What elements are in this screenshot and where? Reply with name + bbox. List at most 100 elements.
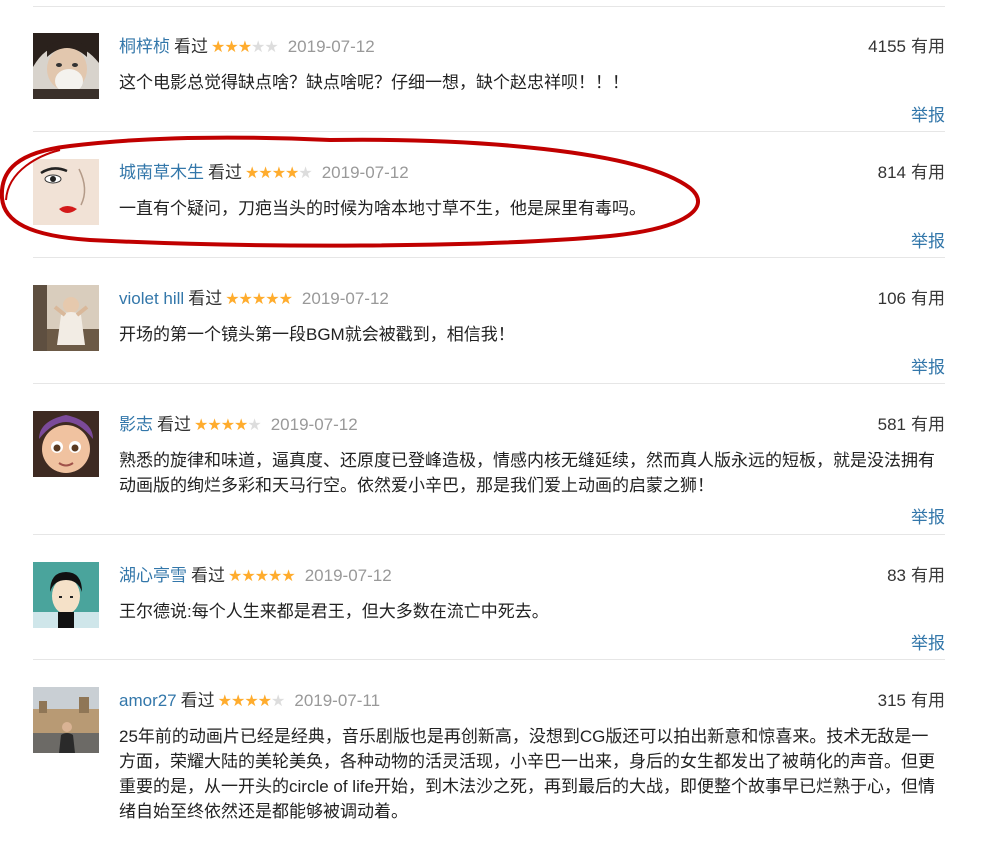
comment-date: 2019-07-12 [270, 415, 358, 434]
comment-text: 25年前的动画片已经是经典，音乐剧版也是再创新高，没想到CG版还可以拍出新意和惊… [119, 727, 936, 821]
star-icon: ★ [228, 566, 242, 585]
useful-votes[interactable]: 83 有用 [887, 562, 945, 590]
comment-author[interactable]: 湖心亭雪 [119, 566, 187, 585]
vote-count: 814 [877, 163, 906, 182]
comment-item: 桐梓桢 看过 ★★★★★ 2019-07-12 4155 有用 这个电影总觉得缺点啥？缺… [33, 33, 945, 132]
comment-author[interactable]: amor27 [119, 691, 177, 710]
comment-header: 影志 看过 ★★★★★ 2019-07-12 [119, 411, 358, 439]
comment-header: amor27 看过 ★★★★★ 2019-07-11 [119, 687, 380, 715]
avatar-image-icon [33, 687, 99, 753]
vote-count: 83 [887, 566, 906, 585]
avatar[interactable] [33, 411, 99, 477]
rating-stars: ★★★★★ [225, 289, 293, 308]
vote-count: 106 [877, 289, 906, 308]
comment-date: 2019-07-12 [304, 566, 392, 585]
comment-header: 城南草木生 看过 ★★★★★ 2019-07-12 [119, 159, 409, 187]
star-icon: ★ [254, 566, 269, 585]
comment-text: 王尔德说:每个人生来都是君王，但大多数在流亡中死去。 [119, 602, 549, 621]
avatar-image-icon [33, 285, 99, 351]
useful-label: 有用 [911, 163, 945, 182]
watched-status: 看过 [191, 566, 225, 585]
comment-text: 开场的第一个镜头第一段BGM就会被戳到，相信我！ [119, 325, 515, 344]
comment-author[interactable]: violet hill [119, 289, 184, 308]
useful-label: 有用 [911, 289, 945, 308]
avatar[interactable] [33, 285, 99, 351]
star-icon: ★ [264, 37, 278, 56]
comment-author[interactable]: 影志 [119, 415, 153, 434]
watched-status: 看过 [208, 163, 242, 182]
vote-count: 4155 [868, 37, 906, 56]
star-icon: ★ [258, 163, 272, 182]
report-link[interactable]: 举报 [911, 227, 945, 252]
star-icon: ★ [230, 691, 245, 710]
rating-stars: ★★★★★ [211, 37, 279, 56]
avatar[interactable] [33, 159, 99, 225]
star-icon: ★ [298, 163, 312, 182]
star-icon: ★ [265, 289, 279, 308]
report-link[interactable]: 举报 [911, 503, 945, 528]
star-icon: ★ [257, 691, 272, 710]
star-icon: ★ [224, 37, 238, 56]
useful-votes[interactable]: 106 有用 [878, 285, 945, 313]
watched-status: 看过 [157, 415, 191, 434]
avatar-image-icon [33, 33, 99, 99]
report-link[interactable]: 举报 [911, 101, 945, 126]
comment-date: 2019-07-12 [287, 37, 375, 56]
watched-status: 看过 [174, 37, 208, 56]
vote-count: 315 [877, 691, 906, 710]
watched-status: 看过 [188, 289, 223, 308]
report-link[interactable]: 举报 [911, 353, 945, 378]
star-icon: ★ [247, 415, 261, 434]
star-icon: ★ [251, 37, 265, 56]
comment-text: 一直有个疑问，刀疤当头的时候为啥本地寸草不生，他是屎里有毒吗。 [119, 199, 646, 218]
useful-label: 有用 [911, 415, 945, 434]
star-icon: ★ [245, 163, 259, 182]
useful-votes[interactable]: 814 有用 [878, 159, 945, 187]
comment-item: 湖心亭雪 看过 ★★★★★ 2019-07-12 83 有用 王尔德说:每个人生来都是君… [33, 562, 945, 660]
avatar[interactable] [33, 33, 99, 99]
rating-stars: ★★★★★ [228, 566, 296, 585]
comment-text: 这个电影总觉得缺点啥？缺点啥呢？仔细一想，缺个赵忠祥呗！！！ [119, 73, 629, 92]
star-icon: ★ [285, 163, 299, 182]
avatar-image-icon [33, 411, 99, 477]
star-icon: ★ [268, 566, 282, 585]
star-icon: ★ [244, 691, 258, 710]
useful-label: 有用 [911, 566, 945, 585]
star-icon: ★ [237, 37, 252, 56]
useful-label: 有用 [911, 37, 945, 56]
comment-date: 2019-07-12 [301, 289, 389, 308]
comment-item: violet hill 看过 ★★★★★ 2019-07-12 106 有用 开场的第一… [33, 285, 945, 384]
comment-header: violet hill 看过 ★★★★★ 2019-07-12 [119, 285, 389, 313]
comment-author[interactable]: 桐梓桢 [119, 37, 170, 56]
rating-stars: ★★★★★ [217, 691, 286, 710]
avatar[interactable] [33, 687, 99, 753]
comment-author[interactable]: 城南草木生 [119, 163, 204, 182]
avatar[interactable] [33, 562, 99, 628]
star-icon: ★ [217, 691, 232, 710]
report-link[interactable]: 举报 [911, 629, 945, 654]
vote-count: 581 [877, 415, 906, 434]
avatar-image-icon [33, 159, 99, 225]
comment-item: amor27 看过 ★★★★★ 2019-07-11 315 有用 25年前的动画片已经… [33, 687, 945, 847]
star-icon: ★ [241, 566, 255, 585]
comment-text: 熟悉的旋律和味道，逼真度、还原度已登峰造极，情感内核无缝延续，然而真人版永远的短… [119, 451, 935, 495]
star-icon: ★ [234, 415, 248, 434]
star-icon: ★ [271, 691, 285, 710]
star-icon: ★ [238, 289, 253, 308]
useful-label: 有用 [911, 691, 945, 710]
comment-date: 2019-07-11 [294, 691, 381, 710]
rating-stars: ★★★★★ [194, 415, 262, 434]
useful-votes[interactable]: 4155 有用 [868, 33, 945, 61]
comment-item: 城南草木生 看过 ★★★★★ 2019-07-12 814 有用 一直有个疑问，刀疤当头… [33, 159, 945, 258]
comment-header: 桐梓桢 看过 ★★★★★ 2019-07-12 [119, 33, 375, 61]
useful-votes[interactable]: 315 有用 [878, 687, 945, 715]
comment-item: 影志 看过 ★★★★★ 2019-07-12 581 有用 熟悉的旋律和味道，逼真度、还… [33, 411, 945, 535]
star-icon: ★ [220, 415, 235, 434]
useful-votes[interactable]: 581 有用 [878, 411, 945, 439]
star-icon: ★ [278, 289, 293, 308]
rating-stars: ★★★★★ [245, 163, 313, 182]
star-icon: ★ [225, 289, 239, 308]
star-icon: ★ [211, 37, 225, 56]
avatar-image-icon [33, 562, 99, 628]
watched-status: 看过 [180, 691, 215, 710]
